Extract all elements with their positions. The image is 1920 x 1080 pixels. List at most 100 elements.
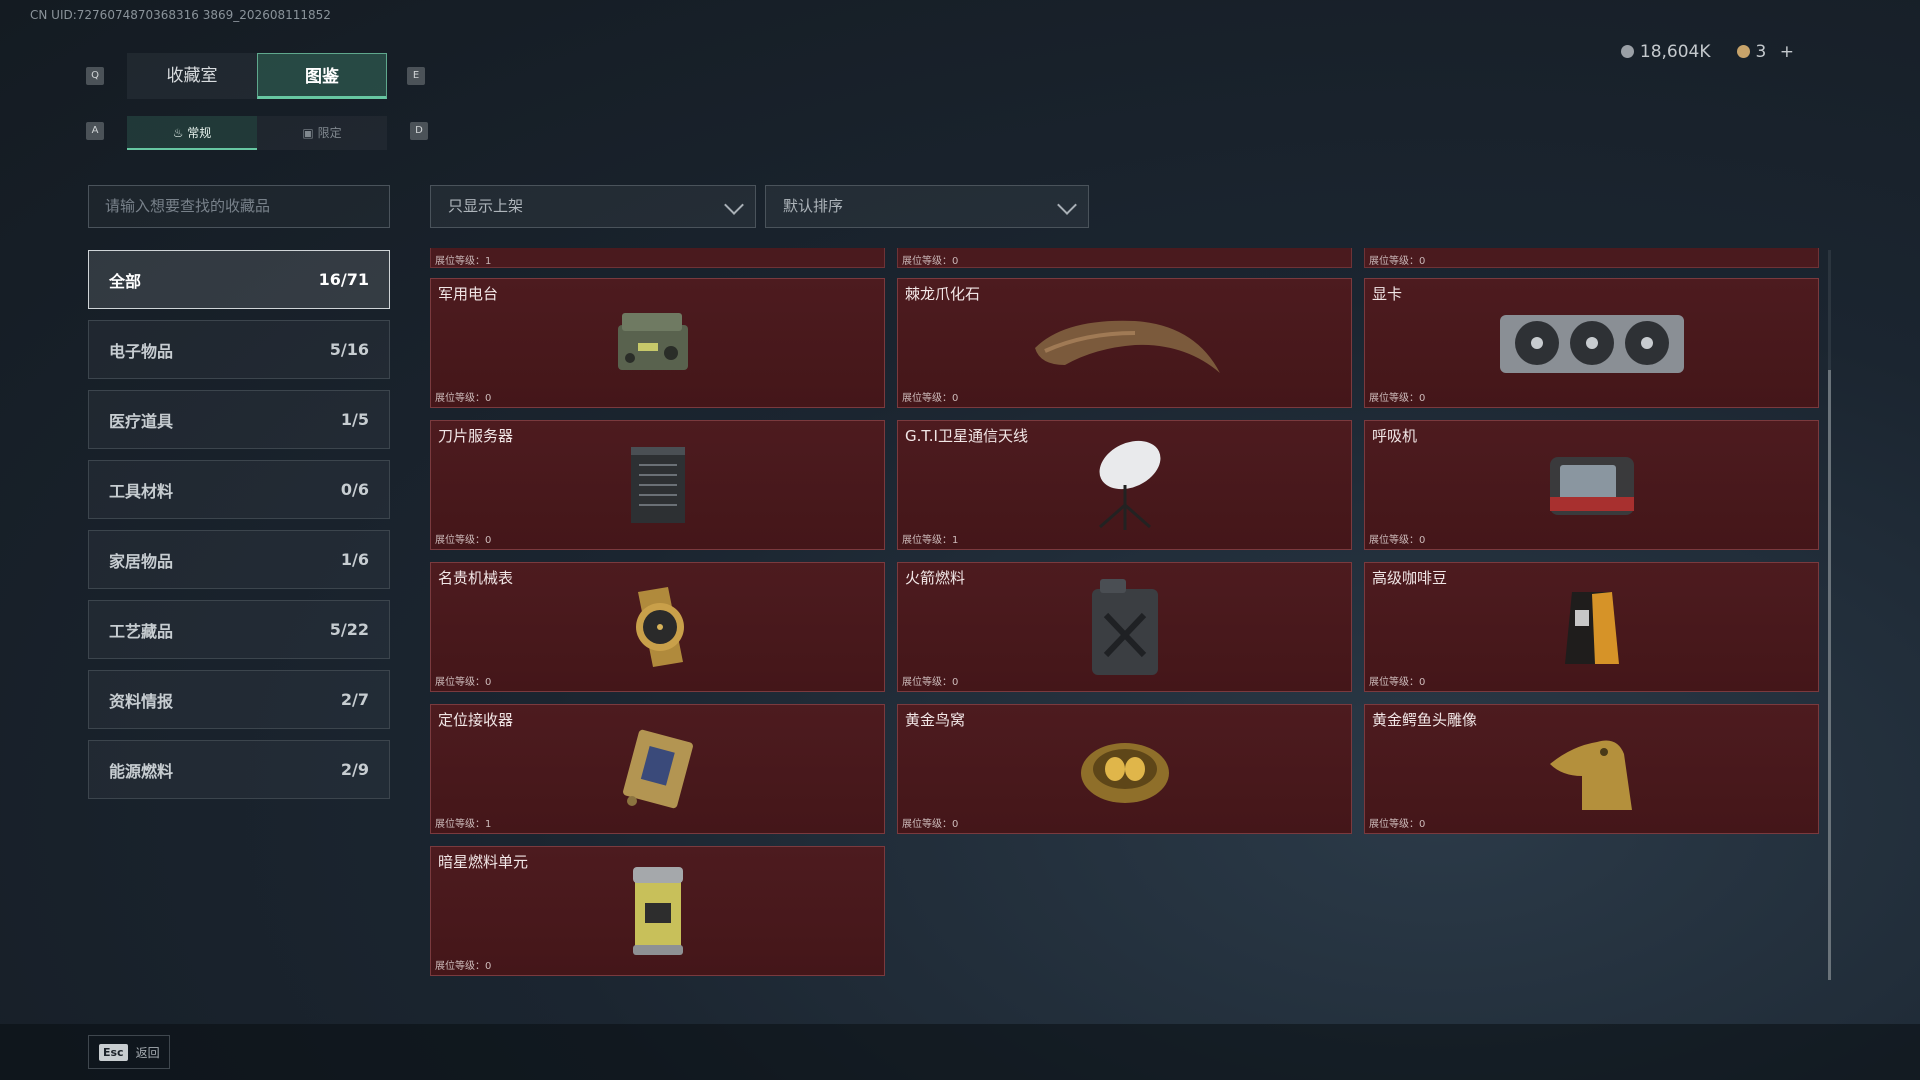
item-name: 暗星燃料单元 bbox=[438, 853, 529, 871]
server-icon bbox=[630, 447, 685, 523]
category-crafts[interactable]: 工艺藏品 5/22 bbox=[88, 600, 390, 659]
item-name: 定位接收器 bbox=[438, 711, 514, 729]
item-level: 展位等级：0 bbox=[902, 393, 959, 404]
partial-card[interactable]: 展位等级：1 bbox=[430, 248, 885, 268]
category-label: 工具材料 bbox=[109, 481, 174, 501]
item-name: 显卡 bbox=[1372, 285, 1403, 303]
tab-collection-room[interactable]: 收藏室 bbox=[127, 53, 257, 99]
item-card-ventilator[interactable]: 呼吸机 展位等级：0 bbox=[1364, 420, 1819, 550]
grid-scrollbar[interactable] bbox=[1828, 250, 1831, 980]
item-name: 名贵机械表 bbox=[438, 569, 514, 587]
watch-icon bbox=[635, 587, 684, 667]
silver-amount: 18,604K bbox=[1639, 42, 1711, 62]
item-level: 展位等级：0 bbox=[1369, 535, 1426, 546]
category-count: 1/5 bbox=[340, 410, 369, 429]
currency-bar: 18,604K 3 + bbox=[1620, 42, 1794, 62]
category-label: 电子物品 bbox=[109, 341, 174, 361]
esc-key-hint: Esc bbox=[99, 1043, 128, 1061]
subtab-regular-label: 常规 bbox=[187, 126, 212, 140]
key-hint-q: Q bbox=[86, 67, 104, 85]
search-input[interactable]: 请输入想要查找的收藏品 bbox=[88, 185, 390, 228]
category-label: 工艺藏品 bbox=[109, 621, 174, 641]
item-card-claw-fossil[interactable]: 棘龙爪化石 展位等级：0 bbox=[897, 278, 1352, 408]
item-card-premium-coffee[interactable]: 高级咖啡豆 展位等级：0 bbox=[1364, 562, 1819, 692]
category-tools[interactable]: 工具材料 0/6 bbox=[88, 460, 390, 519]
item-card-satellite-antenna[interactable]: G.T.I卫星通信天线 展位等级：1 bbox=[897, 420, 1352, 550]
image-icon: ▣ bbox=[302, 126, 318, 140]
category-count: 1/6 bbox=[340, 550, 369, 569]
item-level: 展位等级：0 bbox=[435, 535, 492, 546]
item-card-gps-receiver[interactable]: 定位接收器 展位等级：1 bbox=[430, 704, 885, 834]
silver-currency: 18,604K bbox=[1620, 42, 1711, 62]
category-household[interactable]: 家居物品 1/6 bbox=[88, 530, 390, 589]
item-card-luxury-watch[interactable]: 名贵机械表 展位等级：0 bbox=[430, 562, 885, 692]
category-label: 能源燃料 bbox=[109, 761, 174, 781]
graphics-card-icon bbox=[1499, 315, 1684, 373]
partial-card[interactable]: 展位等级：0 bbox=[1364, 248, 1819, 268]
item-name: 军用电台 bbox=[438, 285, 499, 303]
croc-statue-icon bbox=[1549, 740, 1632, 810]
subtab-regular[interactable]: ♨ 常规 bbox=[127, 116, 257, 150]
claw-fossil-icon bbox=[1034, 320, 1220, 373]
subtab-limited[interactable]: ▣ 限定 bbox=[257, 116, 387, 150]
chevron-down-icon bbox=[1057, 195, 1077, 215]
item-name: 火箭燃料 bbox=[905, 569, 966, 587]
fuel-cell-icon bbox=[632, 867, 683, 955]
item-level: 展位等级：0 bbox=[1369, 819, 1426, 830]
gold-amount: 3 bbox=[1755, 42, 1767, 62]
key-hint-e: E bbox=[407, 67, 425, 85]
partial-row: 展位等级：1 展位等级：0 展位等级：0 bbox=[430, 248, 1819, 268]
category-intel[interactable]: 资料情报 2/7 bbox=[88, 670, 390, 729]
item-level: 展位等级：0 bbox=[435, 677, 492, 688]
gps-receiver-icon bbox=[622, 729, 693, 809]
satellite-dish-icon bbox=[1098, 440, 1160, 530]
item-level: 展位等级：0 bbox=[435, 393, 492, 404]
scrollbar-thumb[interactable] bbox=[1828, 370, 1831, 980]
uid-text: CN UID:7276074870368316 3869_20260811185… bbox=[30, 8, 331, 22]
add-currency-button[interactable]: + bbox=[1780, 42, 1794, 62]
category-label: 全部 bbox=[109, 271, 142, 291]
item-grid-viewport: 展位等级：1 展位等级：0 展位等级：0 军用电台 展位等级：0 棘龙爪化石 展… bbox=[430, 248, 1820, 980]
item-card-rocket-fuel[interactable]: 火箭燃料 展位等级：0 bbox=[897, 562, 1352, 692]
category-count: 2/7 bbox=[340, 690, 369, 709]
category-list: 全部 16/71 电子物品 5/16 医疗道具 1/5 工具材料 0/6 家居物品 1/6… bbox=[88, 250, 390, 810]
subtab-limited-label: 限定 bbox=[317, 126, 342, 140]
shelf-filter-dropdown[interactable]: 只显示上架 bbox=[430, 185, 756, 228]
item-card-croc-statue[interactable]: 黄金鳄鱼头雕像 展位等级：0 bbox=[1364, 704, 1819, 834]
category-count: 5/22 bbox=[329, 620, 369, 639]
gold-currency: 3 + bbox=[1736, 42, 1794, 62]
category-energy[interactable]: 能源燃料 2/9 bbox=[88, 740, 390, 799]
item-level: 展位等级：0 bbox=[902, 819, 959, 830]
category-electronics[interactable]: 电子物品 5/16 bbox=[88, 320, 390, 379]
category-all[interactable]: 全部 16/71 bbox=[88, 250, 390, 309]
coffee-bag-icon bbox=[1564, 592, 1619, 664]
item-card-golden-nest[interactable]: 黄金鸟窝 展位等级：0 bbox=[897, 704, 1352, 834]
item-level: 展位等级：0 bbox=[1369, 677, 1426, 688]
item-card-military-radio[interactable]: 军用电台 展位等级：0 bbox=[430, 278, 885, 408]
item-grid: 军用电台 展位等级：0 棘龙爪化石 展位等级：0 显卡 展位等级：0 刀片服务器… bbox=[430, 278, 1819, 976]
item-level: 展位等级：0 bbox=[902, 677, 959, 688]
sort-dropdown[interactable]: 默认排序 bbox=[765, 185, 1089, 228]
category-label: 家居物品 bbox=[109, 551, 174, 571]
item-card-dark-star-fuel-cell[interactable]: 暗星燃料单元 展位等级：0 bbox=[430, 846, 885, 976]
back-button[interactable]: Esc 返回 bbox=[88, 1035, 170, 1069]
partial-card[interactable]: 展位等级：0 bbox=[897, 248, 1352, 268]
fuel-can-icon bbox=[1091, 579, 1158, 675]
item-level: 展位等级：1 bbox=[902, 535, 959, 546]
flame-icon: ♨ bbox=[172, 126, 188, 140]
radio-icon bbox=[617, 313, 688, 370]
category-medical[interactable]: 医疗道具 1/5 bbox=[88, 390, 390, 449]
item-name: G.T.I卫星通信天线 bbox=[905, 427, 1028, 445]
chevron-down-icon bbox=[724, 195, 744, 215]
gold-coin-icon bbox=[1736, 45, 1750, 58]
item-name: 黄金鳄鱼头雕像 bbox=[1372, 711, 1478, 729]
item-card-blade-server[interactable]: 刀片服务器 展位等级：0 bbox=[430, 420, 885, 550]
item-name: 呼吸机 bbox=[1372, 427, 1418, 445]
shelf-filter-label: 只显示上架 bbox=[448, 197, 524, 215]
category-label: 医疗道具 bbox=[109, 411, 174, 431]
golden-nest-icon bbox=[1080, 743, 1169, 803]
item-level: 展位等级：0 bbox=[435, 961, 492, 972]
key-hint-d: D bbox=[410, 122, 428, 140]
tab-catalog[interactable]: 图鉴 bbox=[257, 53, 387, 99]
item-card-graphics-card[interactable]: 显卡 展位等级：0 bbox=[1364, 278, 1819, 408]
